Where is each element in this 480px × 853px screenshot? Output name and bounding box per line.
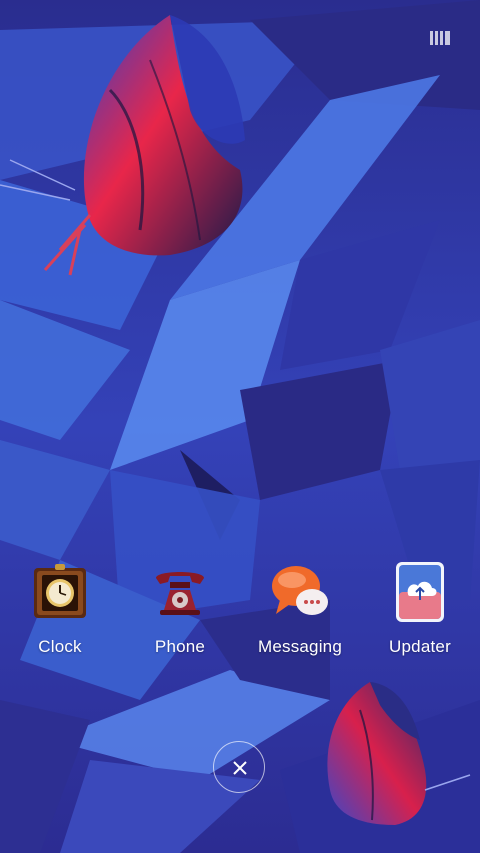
close-button[interactable] [213,741,265,793]
tile-grid-icon[interactable] [430,31,450,45]
messaging-icon [272,566,328,615]
wallpaper [0,0,480,853]
updater-icon [396,562,444,622]
app-messaging[interactable]: Messaging [245,560,355,660]
app-updater[interactable]: Updater [365,560,475,660]
app-clock[interactable]: Clock [5,560,115,660]
app-label: Updater [389,637,451,656]
app-phone[interactable]: Phone [125,560,235,660]
app-row: Clock Phone Messaging Updater [0,560,480,660]
app-label: Messaging [257,637,342,656]
app-label: Phone [154,637,206,656]
app-label: Clock [38,637,82,656]
phone-icon [156,572,204,615]
close-icon [233,761,247,775]
clock-icon [34,564,86,618]
home-screen: Clock Phone Messaging Updater [0,0,480,853]
